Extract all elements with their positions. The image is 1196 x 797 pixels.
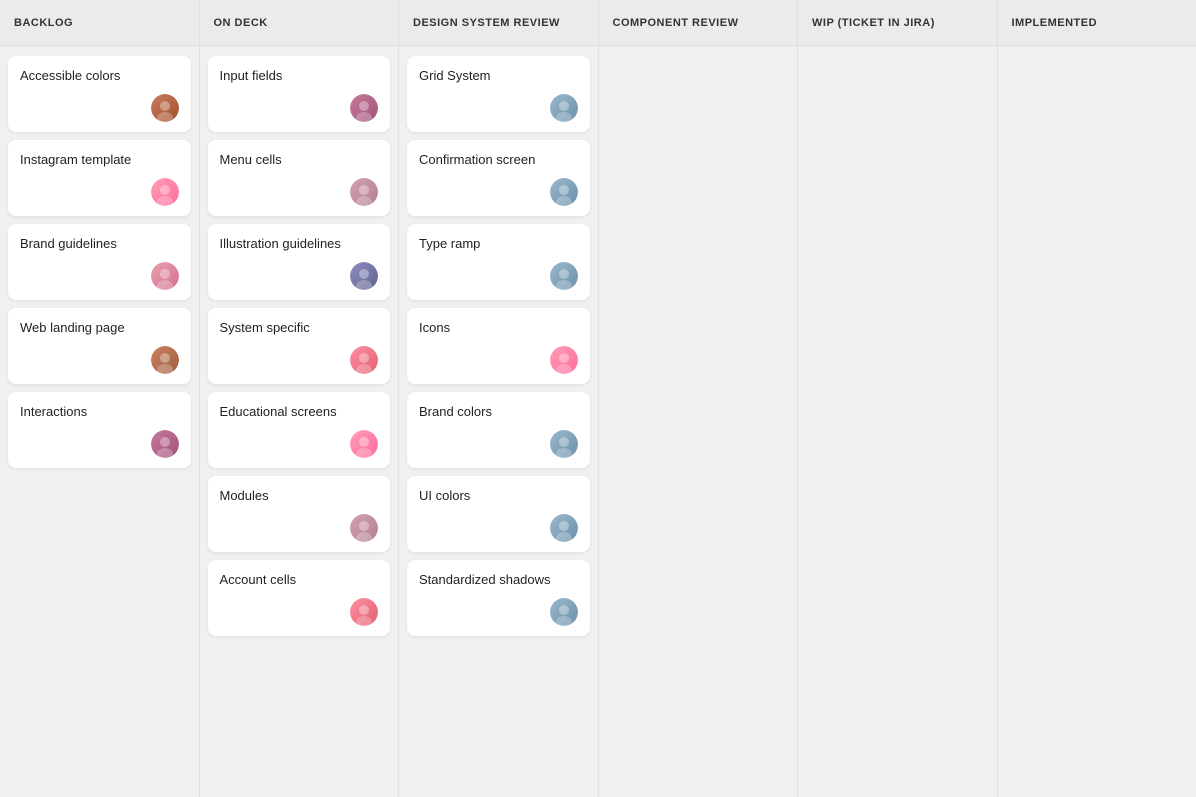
card-title-brand-colors: Brand colors	[419, 404, 578, 422]
card-ui-colors[interactable]: UI colors	[407, 476, 590, 552]
card-grid-system[interactable]: Grid System	[407, 56, 590, 132]
card-title-web-landing-page: Web landing page	[20, 320, 179, 338]
card-instagram-template[interactable]: Instagram template	[8, 140, 191, 216]
card-avatar-web-landing-page	[151, 346, 179, 374]
card-avatar-standardized-shadows	[550, 598, 578, 626]
column-component-review: COMPONENT REVIEW	[599, 0, 799, 797]
card-title-grid-system: Grid System	[419, 68, 578, 86]
card-avatar-account-cells	[350, 598, 378, 626]
card-title-illustration-guidelines: Illustration guidelines	[220, 236, 379, 254]
card-title-brand-guidelines: Brand guidelines	[20, 236, 179, 254]
card-educational-screens[interactable]: Educational screens	[208, 392, 391, 468]
column-backlog: BACKLOGAccessible colors Instagram templ…	[0, 0, 200, 797]
card-icons[interactable]: Icons	[407, 308, 590, 384]
card-avatar-type-ramp	[550, 262, 578, 290]
card-interactions[interactable]: Interactions	[8, 392, 191, 468]
card-avatar-input-fields	[350, 94, 378, 122]
column-body-design-system-review: Grid System Confirmation screen	[399, 46, 598, 797]
card-avatar-system-specific	[350, 346, 378, 374]
card-title-instagram-template: Instagram template	[20, 152, 179, 170]
column-on-deck: ON DECKInput fields Menu cells	[200, 0, 400, 797]
card-title-confirmation-screen: Confirmation screen	[419, 152, 578, 170]
card-title-modules: Modules	[220, 488, 379, 506]
column-body-implemented	[998, 46, 1196, 797]
column-header-backlog: BACKLOG	[0, 0, 199, 46]
card-title-system-specific: System specific	[220, 320, 379, 338]
column-header-design-system-review: DESIGN SYSTEM REVIEW	[399, 0, 598, 46]
card-menu-cells[interactable]: Menu cells	[208, 140, 391, 216]
card-avatar-accessible-colors	[151, 94, 179, 122]
card-account-cells[interactable]: Account cells	[208, 560, 391, 636]
card-avatar-menu-cells	[350, 178, 378, 206]
column-body-backlog: Accessible colors Instagram template	[0, 46, 199, 797]
column-header-on-deck: ON DECK	[200, 0, 399, 46]
card-title-account-cells: Account cells	[220, 572, 379, 590]
card-avatar-educational-screens	[350, 430, 378, 458]
card-web-landing-page[interactable]: Web landing page	[8, 308, 191, 384]
card-system-specific[interactable]: System specific	[208, 308, 391, 384]
card-avatar-illustration-guidelines	[350, 262, 378, 290]
card-modules[interactable]: Modules	[208, 476, 391, 552]
card-avatar-brand-guidelines	[151, 262, 179, 290]
card-title-icons: Icons	[419, 320, 578, 338]
card-brand-guidelines[interactable]: Brand guidelines	[8, 224, 191, 300]
card-brand-colors[interactable]: Brand colors	[407, 392, 590, 468]
card-title-type-ramp: Type ramp	[419, 236, 578, 254]
card-avatar-brand-colors	[550, 430, 578, 458]
card-confirmation-screen[interactable]: Confirmation screen	[407, 140, 590, 216]
column-design-system-review: DESIGN SYSTEM REVIEWGrid System Confirma…	[399, 0, 599, 797]
column-header-wip-ticket-in-jira: WIP (TICKET IN JIRA)	[798, 0, 997, 46]
card-avatar-grid-system	[550, 94, 578, 122]
column-wip-ticket-in-jira: WIP (TICKET IN JIRA)	[798, 0, 998, 797]
column-body-on-deck: Input fields Menu cells	[200, 46, 399, 797]
card-standardized-shadows[interactable]: Standardized shadows	[407, 560, 590, 636]
card-title-menu-cells: Menu cells	[220, 152, 379, 170]
card-type-ramp[interactable]: Type ramp	[407, 224, 590, 300]
column-header-component-review: COMPONENT REVIEW	[599, 0, 798, 46]
card-illustration-guidelines[interactable]: Illustration guidelines	[208, 224, 391, 300]
column-implemented: IMPLEMENTED	[998, 0, 1196, 797]
card-title-standardized-shadows: Standardized shadows	[419, 572, 578, 590]
card-title-interactions: Interactions	[20, 404, 179, 422]
card-avatar-modules	[350, 514, 378, 542]
column-body-wip-ticket-in-jira	[798, 46, 997, 797]
card-input-fields[interactable]: Input fields	[208, 56, 391, 132]
card-avatar-ui-colors	[550, 514, 578, 542]
card-accessible-colors[interactable]: Accessible colors	[8, 56, 191, 132]
card-title-input-fields: Input fields	[220, 68, 379, 86]
card-avatar-icons	[550, 346, 578, 374]
column-body-component-review	[599, 46, 798, 797]
card-title-ui-colors: UI colors	[419, 488, 578, 506]
card-avatar-interactions	[151, 430, 179, 458]
kanban-board: BACKLOGAccessible colors Instagram templ…	[0, 0, 1196, 797]
card-title-educational-screens: Educational screens	[220, 404, 379, 422]
card-title-accessible-colors: Accessible colors	[20, 68, 179, 86]
column-header-implemented: IMPLEMENTED	[998, 0, 1196, 46]
card-avatar-confirmation-screen	[550, 178, 578, 206]
card-avatar-instagram-template	[151, 178, 179, 206]
